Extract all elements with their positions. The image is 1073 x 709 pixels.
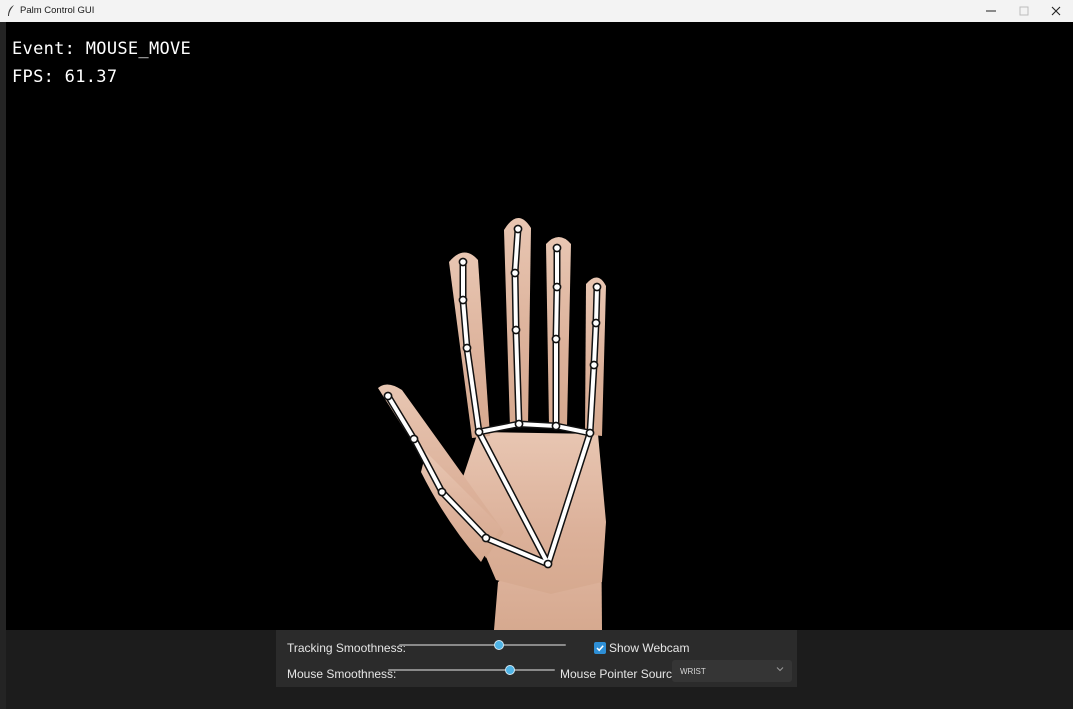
mouse-smoothness-label: Mouse Smoothness: <box>287 667 397 681</box>
maximize-button[interactable] <box>1008 0 1040 22</box>
tracking-smoothness-label: Tracking Smoothness: <box>287 641 406 655</box>
pointer-source-value: WRIST <box>680 667 706 676</box>
maximize-icon <box>1019 6 1029 16</box>
hand-image <box>378 217 606 630</box>
slider-thumb[interactable] <box>494 640 505 650</box>
chevron-down-icon <box>776 667 784 672</box>
mouse-smoothness-slider[interactable] <box>388 665 555 675</box>
pointer-source-select[interactable]: WRIST <box>672 660 792 682</box>
slider-thumb[interactable] <box>504 665 515 675</box>
webcam-view: Event: MOUSE_MOVE FPS: 61.37 <box>6 22 1073 630</box>
hand-landmark-view <box>378 217 606 630</box>
show-webcam-label[interactable]: Show Webcam <box>609 641 689 655</box>
title-bar: Palm Control GUI <box>0 0 1073 23</box>
minimize-icon <box>986 10 996 12</box>
checkmark-icon <box>596 645 604 652</box>
slider-track <box>388 669 555 671</box>
close-icon <box>1051 6 1061 16</box>
slider-track <box>399 644 566 646</box>
tracking-smoothness-slider[interactable] <box>399 640 566 650</box>
show-webcam-checkbox[interactable] <box>594 642 606 654</box>
fps-readout: FPS: 61.37 <box>12 67 118 87</box>
close-button[interactable] <box>1040 0 1072 22</box>
minimize-button[interactable] <box>975 0 1007 22</box>
pointer-source-label: Mouse Pointer Source: <box>560 667 683 681</box>
app-feather-icon <box>8 5 14 16</box>
control-panel: Tracking Smoothness: Show Webcam Mouse S… <box>276 630 797 687</box>
window-title: Palm Control GUI <box>20 5 95 16</box>
event-readout: Event: MOUSE_MOVE <box>12 39 192 59</box>
